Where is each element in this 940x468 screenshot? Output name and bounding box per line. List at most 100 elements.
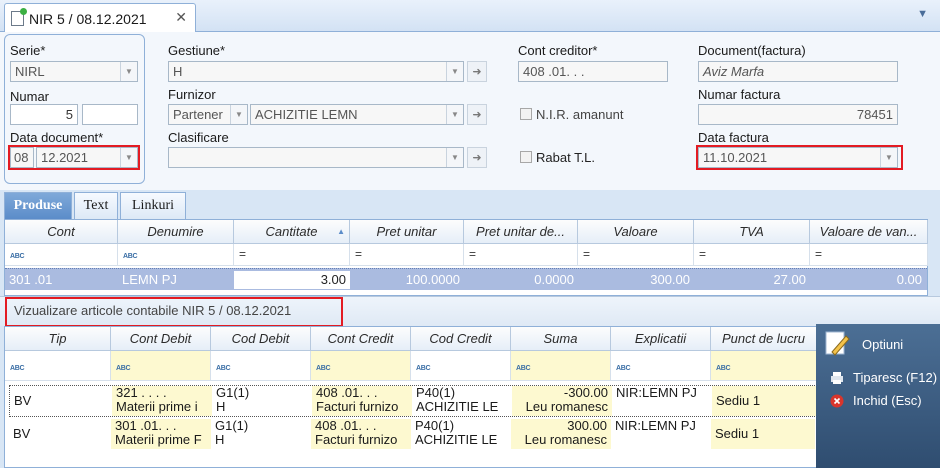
column-header-suma[interactable]: Suma — [511, 327, 611, 351]
column-header-explicatii[interactable]: Explicatii — [611, 327, 711, 351]
column-header-punct-de-lucru[interactable]: Punct de lucru — [711, 327, 817, 351]
cont-creditor-input[interactable]: 408 .01. . . — [518, 61, 668, 82]
chevron-down-icon[interactable]: ▼ — [230, 105, 247, 124]
tab-linkuri[interactable]: Linkuri — [120, 192, 186, 219]
cell-cod-debit-desc: H — [215, 433, 225, 447]
column-header-cod-credit[interactable]: Cod Credit — [411, 327, 511, 351]
numar-input[interactable]: 5 — [10, 104, 78, 125]
table-row[interactable]: 301 .01 LEMN PJ 3.00 100.0000 0.0000 300… — [5, 268, 927, 290]
nir-header-form: Serie* NIRL ▼ Numar 5 Data document* 08 … — [0, 32, 940, 190]
document-factura-input[interactable]: Aviz Marfa — [698, 61, 898, 82]
filter-pret-unitar[interactable]: = — [350, 244, 464, 266]
chevron-down-icon[interactable]: ▼ — [446, 105, 463, 124]
filter-valoare-de-vanzare[interactable]: = — [810, 244, 928, 266]
optiuni-button[interactable]: Optiuni — [824, 328, 940, 360]
cell-suma: -300.00 Leu romanesc — [512, 386, 612, 416]
document-tab-title: NIR 5 / 08.12.2021 — [29, 10, 147, 27]
cell-cont-credit-desc: Facturi furnizo — [315, 433, 398, 447]
filter-pret-unitar-de[interactable]: = — [464, 244, 578, 266]
cell-cod-credit-code: P40(1) — [416, 386, 456, 400]
column-header-cont-debit[interactable]: Cont Debit — [111, 327, 211, 351]
nir-amanunt-checkbox[interactable] — [520, 108, 532, 120]
furnizor-goto-arrow-icon[interactable]: ➜ — [467, 104, 487, 125]
filter-tip[interactable]: ABC — [5, 351, 111, 381]
gestiune-select[interactable]: H ▼ — [168, 61, 464, 82]
column-header-valoare[interactable]: Valoare — [578, 220, 694, 244]
cell-punct-de-lucru-text: Sediu 1 — [715, 426, 760, 441]
filter-cod-credit[interactable]: ABC — [411, 351, 511, 381]
filter-cantitate[interactable]: = — [234, 244, 350, 266]
column-header-valoare-de-vanzare[interactable]: Valoare de van... — [810, 220, 928, 244]
numar-label: Numar — [10, 89, 50, 104]
chevron-down-icon[interactable]: ▼ — [446, 148, 463, 167]
cell-tva: 27.00 — [773, 272, 806, 287]
furnizor-type-select[interactable]: Partener ▼ — [168, 104, 248, 125]
cell-cont-credit-code: 408 .01. . . — [315, 419, 377, 433]
chevron-down-icon[interactable]: ▼ — [120, 62, 137, 81]
sort-ascending-icon: ▲ — [337, 227, 345, 236]
cell-punct-de-lucru-text: Sediu 1 — [716, 393, 761, 408]
column-header-cont-credit[interactable]: Cont Credit — [311, 327, 411, 351]
actions-panel: Optiuni Tiparesc (F12) Inchid (Esc) — [816, 324, 940, 468]
cell-cod-credit: P40(1) ACHIZITIE LE — [411, 419, 511, 449]
filter-punct-de-lucru[interactable]: ABC — [711, 351, 817, 381]
close-circle-icon — [830, 394, 844, 407]
document-tab[interactable]: NIR 5 / 08.12.2021 ✕ — [4, 3, 196, 33]
filter-valoare[interactable]: = — [578, 244, 694, 266]
edit-document-icon — [825, 331, 850, 356]
cell-cod-credit-code: P40(1) — [415, 419, 455, 433]
table-row[interactable]: BV 321 . . . . Materii prime i G1(1) H 4… — [9, 385, 816, 417]
cell-cont: 301 .01 — [9, 272, 53, 287]
filter-denumire[interactable]: ABC — [118, 244, 234, 266]
furnizor-select[interactable]: ACHIZITIE LEMN ▼ — [250, 104, 464, 125]
rabat-checkbox[interactable] — [520, 151, 532, 163]
numar-factura-input[interactable]: 78451 — [698, 104, 898, 125]
optiuni-label: Optiuni — [862, 336, 904, 352]
filter-cod-debit[interactable]: ABC — [211, 351, 311, 381]
text-filter-icon: ABC — [123, 253, 138, 260]
tab-produse[interactable]: Produse — [4, 192, 72, 219]
filter-explicatii[interactable]: ABC — [611, 351, 711, 381]
column-header-cod-debit[interactable]: Cod Debit — [211, 327, 311, 351]
column-header-denumire[interactable]: Denumire — [118, 220, 234, 244]
column-header-tip[interactable]: Tip — [5, 327, 111, 351]
articole-grid: Tip Cont Debit Cod Debit Cont Credit Cod… — [4, 326, 817, 468]
tiparesc-button[interactable]: Tiparesc (F12) — [830, 370, 940, 385]
filter-suma[interactable]: ABC — [511, 351, 611, 381]
chevron-down-icon[interactable]: ▼ — [446, 62, 463, 81]
cell-cont-credit-desc: Facturi furnizo — [316, 400, 399, 414]
gestiune-goto-arrow-icon[interactable]: ➜ — [467, 61, 487, 82]
inchid-button[interactable]: Inchid (Esc) — [830, 393, 940, 408]
filter-cont-credit[interactable]: ABC — [311, 351, 411, 381]
filter-cont[interactable]: ABC — [5, 244, 118, 266]
cell-tip: BV — [13, 427, 31, 441]
text-filter-icon: ABC — [316, 365, 331, 372]
filter-cont-debit[interactable]: ABC — [111, 351, 211, 381]
cell-cod-debit-code: G1(1) — [216, 386, 250, 400]
data-factura-label: Data factura — [698, 130, 769, 145]
column-header-cont[interactable]: Cont — [5, 220, 118, 244]
column-header-pret-unitar-de[interactable]: Pret unitar de... — [464, 220, 578, 244]
data-document-label: Data document* — [10, 130, 104, 145]
gestiune-value: H — [173, 64, 183, 79]
table-row[interactable]: BV 301 .01. . . Materii prime F G1(1) H … — [9, 419, 815, 451]
column-header-pret-unitar[interactable]: Pret unitar — [350, 220, 464, 244]
clasificare-goto-arrow-icon[interactable]: ➜ — [467, 147, 487, 168]
cell-cantitate[interactable]: 3.00 — [234, 271, 350, 289]
cell-pret-unitar: 100.0000 — [405, 272, 460, 287]
column-header-tva[interactable]: TVA — [694, 220, 810, 244]
cell-cont-debit-desc: Materii prime i — [116, 400, 198, 414]
clasificare-select[interactable]: ▼ — [168, 147, 464, 168]
cell-denumire: LEMN PJ — [122, 272, 177, 287]
filter-tva[interactable]: = — [694, 244, 810, 266]
tab-menu-chevron-icon[interactable]: ▼ — [917, 8, 928, 20]
numar-suffix-input[interactable] — [82, 104, 138, 125]
cell-explicatii-text: NIR:LEMN PJ — [616, 386, 697, 400]
tab-text[interactable]: Text — [74, 192, 118, 219]
cont-creditor-label: Cont creditor* — [518, 43, 598, 58]
column-header-cantitate[interactable]: Cantitate ▲ — [234, 220, 350, 244]
serie-select[interactable]: NIRL ▼ — [10, 61, 138, 82]
furnizor-label: Furnizor — [168, 87, 216, 102]
close-tab-icon[interactable]: ✕ — [175, 9, 187, 26]
cell-cod-debit-desc: H — [216, 400, 226, 414]
